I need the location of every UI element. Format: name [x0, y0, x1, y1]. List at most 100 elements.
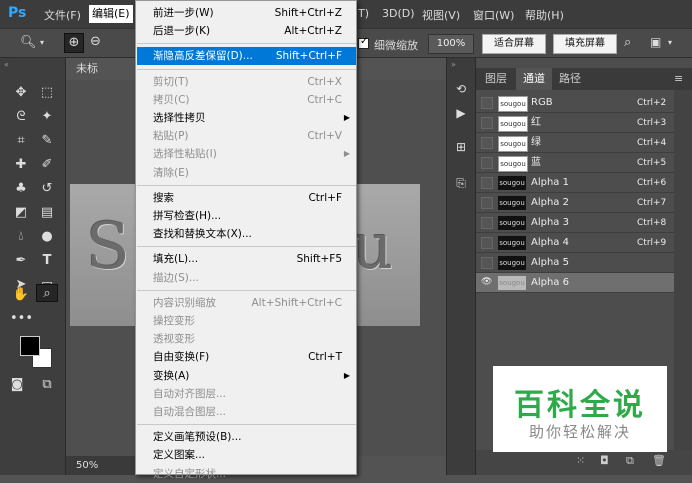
visibility-toggle[interactable] [481, 257, 493, 269]
collapse-icon[interactable]: » [451, 60, 456, 69]
menu-item[interactable]: 定义图案... [137, 446, 356, 464]
tab-paths[interactable]: 路径 [552, 68, 588, 90]
magic-wand-icon[interactable]: ✦ [36, 108, 58, 126]
menu-item[interactable]: 清除(E) [137, 164, 356, 182]
actions-panel-icon[interactable]: ▶ [451, 104, 471, 122]
visibility-toggle[interactable] [481, 97, 493, 109]
menu-item[interactable]: 描边(S)... [137, 269, 356, 287]
menu-item[interactable]: 搜索 Ctrl+F [137, 189, 356, 207]
menu-item[interactable]: 视图(V) [422, 7, 460, 23]
visibility-toggle[interactable] [481, 177, 493, 189]
menu-item[interactable]: 查找和替换文本(X)... [137, 225, 356, 243]
menu-item[interactable]: 填充(L)... Shift+F5 [137, 250, 356, 268]
menu-item[interactable]: 窗口(W) [473, 7, 514, 23]
move-tool-icon[interactable]: ✥ [10, 84, 32, 102]
channel-row[interactable]: sougou RGB Ctrl+2 [476, 93, 674, 113]
menu-item[interactable]: 定义画笔预设(B)... [137, 428, 356, 446]
collapse-icon[interactable]: « [4, 60, 9, 69]
menu-item[interactable]: 变换(A) ▶ [137, 367, 356, 385]
visibility-toggle[interactable] [481, 117, 493, 129]
quick-mask-icon[interactable]: ◙ [6, 376, 28, 394]
search-icon[interactable]: ⌕ [624, 35, 631, 50]
scrubby-zoom-checkbox[interactable] [358, 36, 369, 49]
eyedropper-icon[interactable]: ✎ [36, 132, 58, 150]
zoom-in-icon[interactable]: ⊕ [64, 33, 84, 53]
tab-layers[interactable]: 图层 [476, 68, 516, 90]
channel-row[interactable]: sougou Alpha 3 Ctrl+8 [476, 213, 674, 233]
channel-row[interactable]: 👁︎ sougou Alpha 6 [476, 273, 674, 293]
dodge-tool-icon[interactable]: ● [36, 228, 58, 246]
menu-item[interactable]: 编辑(E) [89, 5, 133, 23]
menu-item[interactable]: 自由变换(F) Ctrl+T [137, 348, 356, 366]
visibility-toggle[interactable] [481, 217, 493, 229]
new-channel-icon[interactable]: ⧉ [626, 454, 634, 468]
menu-item[interactable]: 渐隐高反差保留(D)... Shift+Ctrl+F [137, 47, 356, 66]
tab-channels[interactable]: 通道 [516, 68, 552, 90]
menu-item[interactable]: 剪切(T) Ctrl+X [137, 73, 356, 91]
menu-item[interactable]: 前进一步(W) Shift+Ctrl+Z [137, 4, 356, 22]
channel-row[interactable]: sougou Alpha 4 Ctrl+9 [476, 233, 674, 253]
visibility-toggle[interactable] [481, 137, 493, 149]
stamp-tool-icon[interactable]: ♣ [10, 180, 32, 198]
panel-menu-icon[interactable]: ≡ [674, 72, 683, 85]
marquee-tool-icon[interactable]: ⬚ [36, 84, 58, 102]
eye-icon[interactable]: 👁︎ [481, 277, 492, 287]
menu-item[interactable]: 粘贴(P) Ctrl+V [137, 127, 356, 145]
menu-item[interactable]: 定义自定形状... [137, 465, 356, 483]
menu-item[interactable]: 自动对齐图层... [137, 385, 356, 403]
menu-item[interactable]: 文件(F) [44, 7, 81, 23]
eraser-tool-icon[interactable]: ◩ [10, 204, 32, 222]
menu-item[interactable]: 3D(D) [382, 7, 415, 20]
blur-tool-icon[interactable]: 💧︎ [10, 228, 32, 246]
healing-brush-icon[interactable]: ✚ [10, 156, 32, 174]
menu-item[interactable]: 操控变形 [137, 312, 356, 330]
visibility-toggle[interactable] [481, 157, 493, 169]
more-tools-icon[interactable]: ••• [10, 310, 33, 328]
hand-tool-icon[interactable]: ✋ [10, 286, 32, 304]
layer-comps-icon[interactable]: ⎘ [451, 174, 471, 192]
channel-row[interactable]: sougou Alpha 2 Ctrl+7 [476, 193, 674, 213]
gradient-tool-icon[interactable]: ▤ [36, 204, 58, 222]
history-brush-icon[interactable]: ↺ [36, 180, 58, 198]
crop-tool-icon[interactable]: ⌗ [10, 132, 32, 150]
menu-item[interactable]: 透视变形 [137, 330, 356, 348]
channel-row[interactable]: sougou Alpha 1 Ctrl+6 [476, 173, 674, 193]
document-tab[interactable]: 未标题-1.psd [66, 58, 136, 97]
save-selection-icon[interactable]: ◘ [600, 454, 609, 467]
menu-item[interactable]: 内容识别缩放 Alt+Shift+Ctrl+C [137, 294, 356, 312]
menu-item[interactable]: 选择性粘贴(I) ▶ [137, 145, 356, 163]
zoom-100-button[interactable]: 100% [428, 34, 474, 54]
properties-panel-icon[interactable]: ⊞ [451, 138, 471, 156]
channel-row[interactable]: sougou 蓝 Ctrl+5 [476, 153, 674, 173]
pen-tool-icon[interactable]: ✒ [10, 252, 32, 270]
trash-icon[interactable]: 🗑︎ [652, 454, 666, 467]
fit-screen-button[interactable]: 适合屏幕 [482, 34, 546, 54]
type-tool-icon[interactable]: T [36, 252, 58, 270]
menu-item[interactable]: 帮助(H) [525, 7, 564, 23]
visibility-toggle[interactable] [481, 237, 493, 249]
menu-item[interactable]: 拷贝(C) Ctrl+C [137, 91, 356, 109]
channel-row[interactable]: sougou Alpha 5 [476, 253, 674, 273]
fill-screen-button[interactable]: 填充屏幕 [553, 34, 617, 54]
menu-item[interactable]: 后退一步(K) Alt+Ctrl+Z [137, 22, 356, 40]
brush-tool-icon[interactable]: ✐ [36, 156, 58, 174]
zoom-status[interactable]: 50% [66, 456, 136, 475]
chevron-down-icon[interactable]: ▾ [668, 38, 672, 47]
foreground-color-swatch[interactable] [20, 336, 40, 356]
channel-row[interactable]: sougou 绿 Ctrl+4 [476, 133, 674, 153]
lasso-tool-icon[interactable]: ᘓ [10, 108, 32, 126]
history-panel-icon[interactable]: ⟲ [451, 80, 471, 98]
menu-item[interactable]: 拼写检查(H)... [137, 207, 356, 225]
workspace-icon[interactable]: ▣ [650, 35, 661, 49]
chevron-down-icon[interactable]: ▾ [40, 38, 44, 47]
panel-scrollbar[interactable] [674, 90, 692, 475]
load-selection-icon[interactable]: ⁙ [576, 454, 585, 467]
screen-mode-icon[interactable]: ⧉ [36, 376, 58, 394]
zoom-out-icon[interactable]: ⊖ [90, 34, 101, 49]
channel-row[interactable]: sougou 红 Ctrl+3 [476, 113, 674, 133]
zoom-tool-icon[interactable]: 🔍︎ [20, 35, 37, 50]
menu-item[interactable]: T) [358, 7, 369, 20]
menu-item[interactable]: 选择性拷贝 ▶ [137, 109, 356, 127]
menu-item[interactable]: 自动混合图层... [137, 403, 356, 421]
visibility-toggle[interactable] [481, 197, 493, 209]
